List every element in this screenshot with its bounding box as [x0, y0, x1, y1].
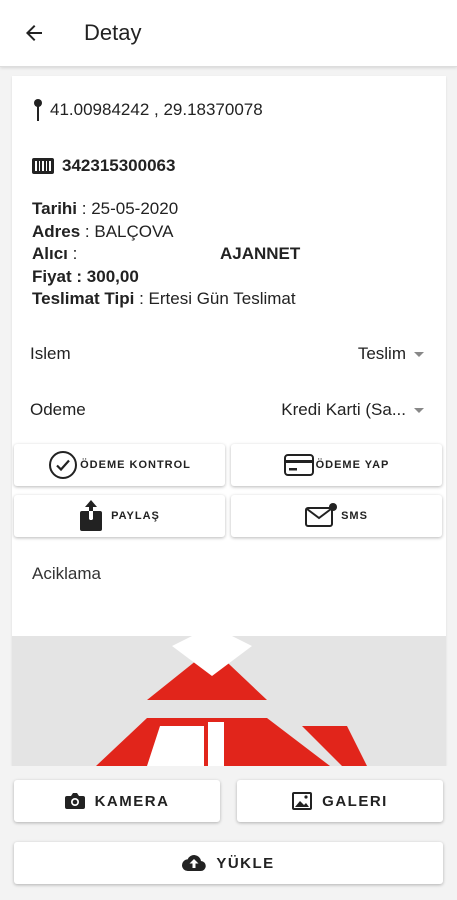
message-icon [305, 503, 338, 527]
sms-button[interactable]: SMS [231, 495, 442, 537]
cloud-upload-icon [182, 855, 207, 872]
gallery-button[interactable]: GALERI [237, 780, 443, 822]
upload-button[interactable]: YÜKLE [14, 842, 443, 884]
islem-dropdown[interactable]: Teslim [358, 344, 424, 364]
detail-card: 41.00984242 , 29.18370078 342315300063 T… [12, 76, 446, 766]
photo-preview [12, 636, 446, 766]
receiver-line: Alıcı : AJANNET [32, 243, 300, 266]
check-circle-icon [49, 451, 78, 479]
islem-label: Islem [30, 344, 71, 363]
chevron-down-icon [414, 407, 424, 413]
coordinates-row: 41.00984242 , 29.18370078 [32, 98, 263, 122]
shipment-info: Tarihi : 25-05-2020 Adres : BALÇOVA Alıc… [32, 198, 300, 311]
price-line: Fiyat : 300,00 [32, 266, 139, 286]
app-bar: Detay [0, 0, 457, 67]
arrow-left-icon [26, 25, 42, 41]
coordinates-text: 41.00984242 , 29.18370078 [50, 100, 263, 119]
islem-selected: Teslim [357, 344, 406, 363]
bottom-action-bar: KAMERA GALERI YÜKLE [0, 766, 457, 900]
map-pin-icon [34, 99, 42, 121]
image-icon [292, 792, 313, 810]
share-icon [80, 500, 103, 531]
credit-card-icon [283, 454, 314, 476]
share-button[interactable]: PAYLAŞ [14, 495, 225, 537]
odeme-selected: Kredi Karti (Sa... [281, 400, 406, 419]
address-line: Adres : BALÇOVA [32, 221, 174, 241]
receiver-name: AJANNET [220, 244, 301, 263]
barcode-row: 342315300063 [32, 156, 175, 176]
make-payment-button[interactable]: ÖDEME YAP [231, 444, 442, 486]
delivery-type-line: Teslimat Tipi : Ertesi Gün Teslimat [32, 289, 296, 308]
barcode-number: 342315300063 [62, 156, 176, 175]
camera-button[interactable]: KAMERA [14, 780, 220, 822]
notes-field[interactable]: Aciklama [32, 564, 101, 584]
date-line: Tarihi : 25-05-2020 [32, 199, 179, 218]
camera-icon [64, 793, 85, 809]
barcode-icon [32, 158, 54, 174]
payment-check-button[interactable]: ÖDEME KONTROL [14, 444, 225, 486]
back-button[interactable] [14, 13, 54, 53]
logo-image [12, 636, 367, 766]
odeme-dropdown[interactable]: Kredi Karti (Sa... [281, 400, 424, 420]
chevron-down-icon [414, 351, 424, 357]
odeme-label: Odeme [30, 400, 86, 419]
page-title: Detay [84, 20, 142, 45]
